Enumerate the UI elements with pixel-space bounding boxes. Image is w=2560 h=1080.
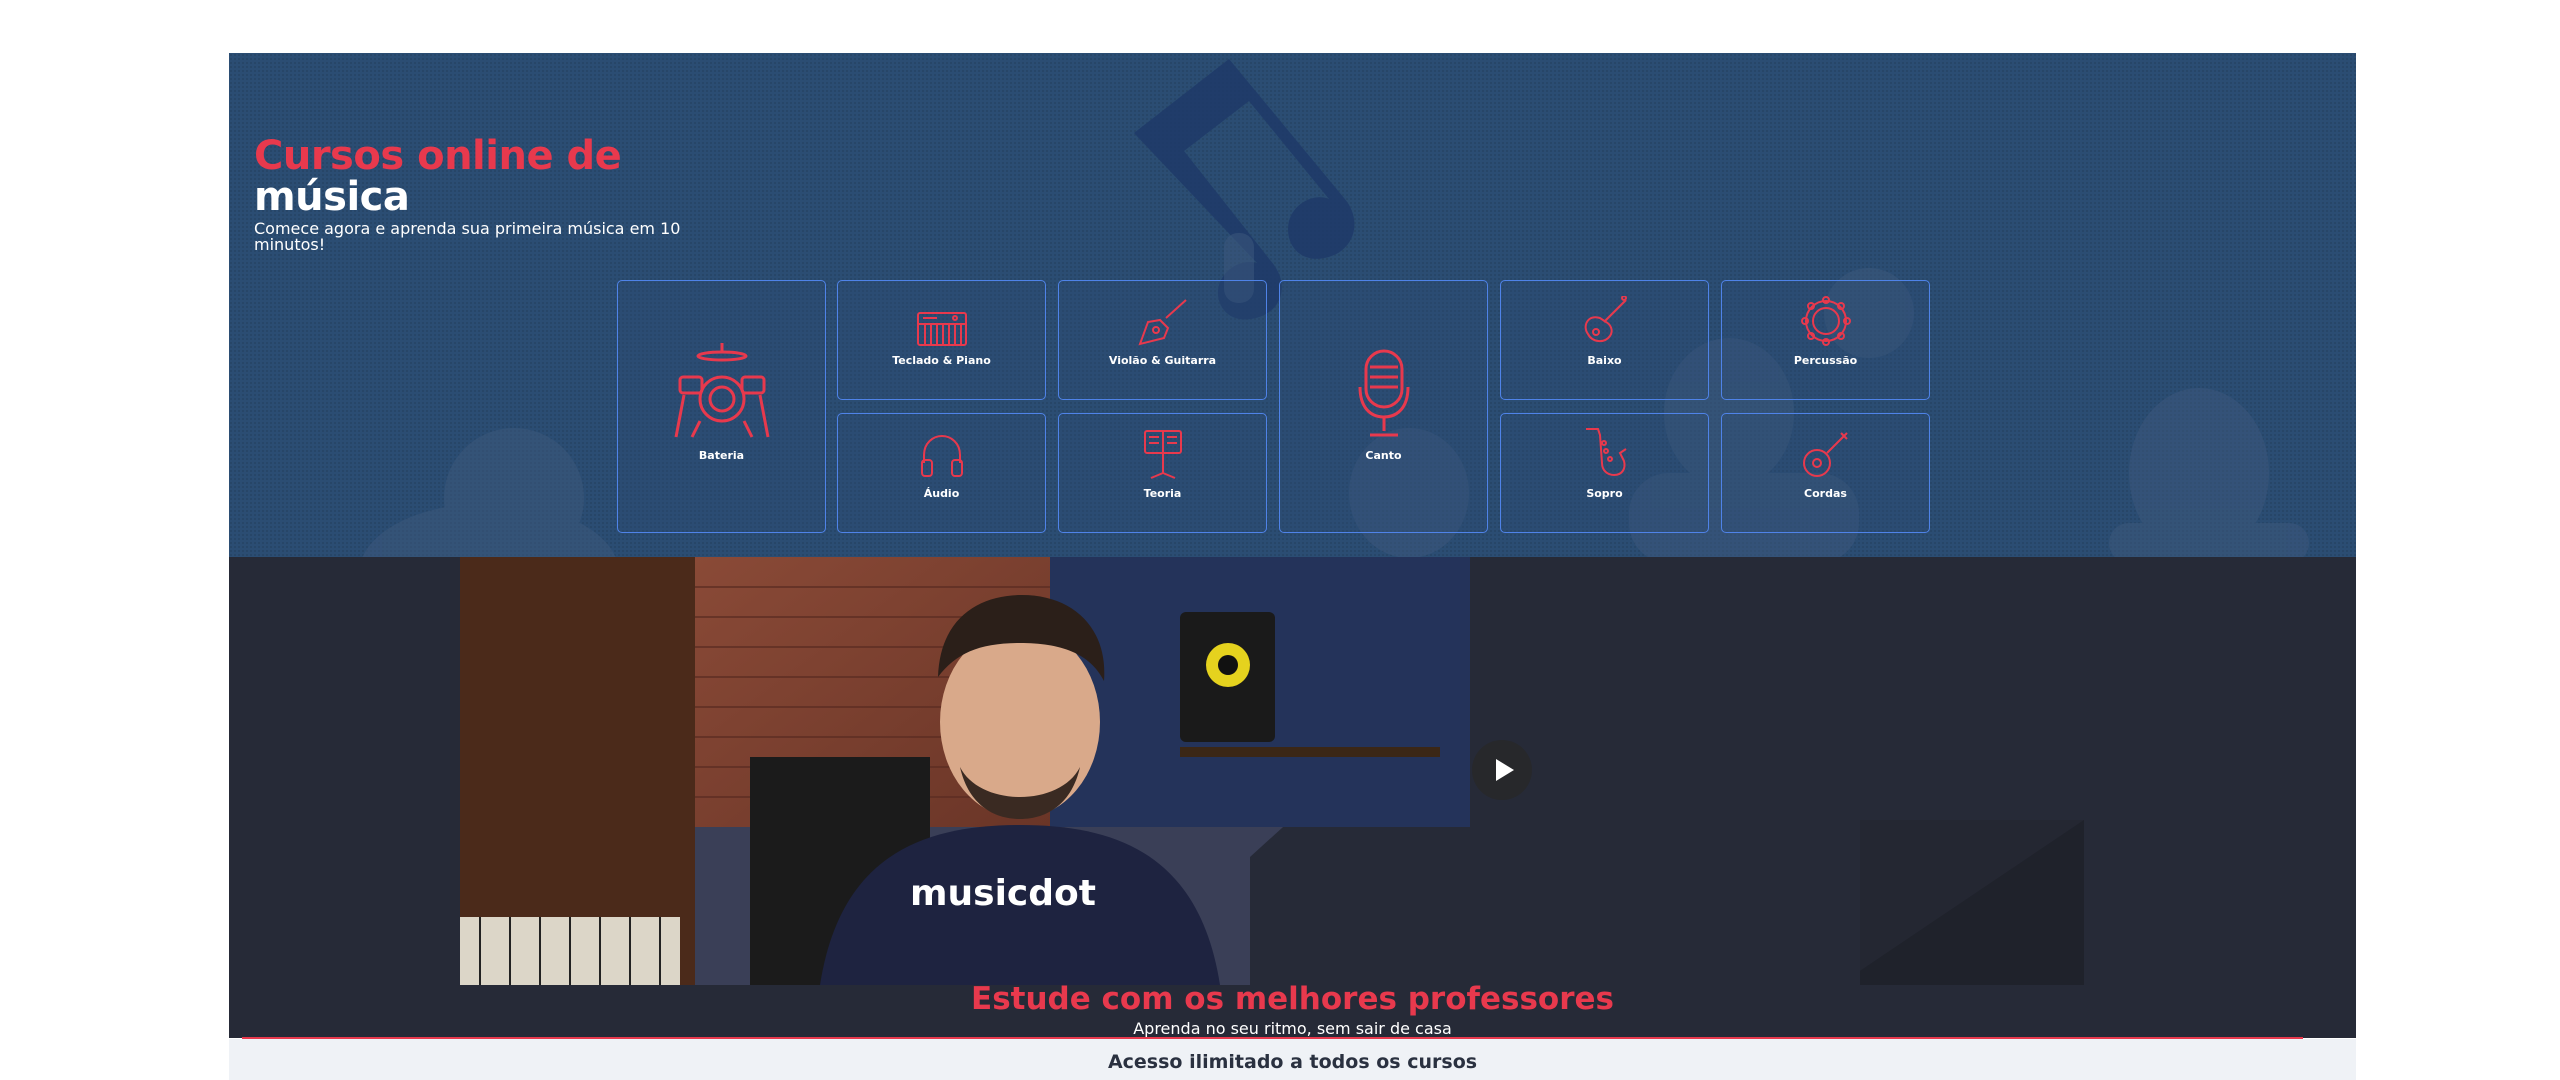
play-button[interactable] xyxy=(1472,740,1532,800)
category-label: Percussão xyxy=(1793,354,1858,367)
category-card-bateria[interactable]: Bateria xyxy=(617,280,826,533)
category-label: Cordas xyxy=(1804,487,1847,500)
microphone-icon xyxy=(1358,349,1409,437)
category-label: Violão & Guitarra xyxy=(1108,354,1217,367)
category-label: Canto xyxy=(1365,449,1402,462)
category-card-canto[interactable]: Canto xyxy=(1279,280,1488,533)
page: Cursos online de música Comece agora e a… xyxy=(0,0,2560,1080)
shirt-brand-text: musicdot xyxy=(910,873,1096,914)
teacher-photo: musicdot xyxy=(460,557,1860,985)
hero-subtitle: Comece agora e aprenda sua primeira músi… xyxy=(254,219,681,254)
category-label: Teoria xyxy=(1143,487,1182,500)
tambourine-icon xyxy=(1800,296,1851,346)
hero-title: Cursos online de música xyxy=(254,136,854,218)
hero-title-line2: música xyxy=(254,174,410,220)
category-card-cordas[interactable]: Cordas xyxy=(1721,413,1930,533)
hero-title-line1: Cursos online de xyxy=(254,133,622,179)
category-label: Teclado & Piano xyxy=(892,354,991,367)
category-card-teclado-piano[interactable]: Teclado & Piano xyxy=(837,280,1046,400)
bass-guitar-icon xyxy=(1584,296,1627,342)
category-card-violao-guitarra[interactable]: Violão & Guitarra xyxy=(1058,280,1267,400)
drum-kit-icon xyxy=(674,343,769,438)
category-card-baixo[interactable]: Baixo xyxy=(1500,280,1709,400)
category-label: Sopro xyxy=(1586,487,1623,500)
access-strip: Acesso ilimitado a todos os cursos xyxy=(229,1039,2356,1080)
headphones-icon xyxy=(920,434,963,477)
play-icon xyxy=(1496,759,1514,781)
section-title: Estude com os melhores professores xyxy=(971,981,1614,1017)
category-card-percussao[interactable]: Percussão xyxy=(1721,280,1930,400)
section-subtitle: Aprenda no seu ritmo, sem sair de casa xyxy=(1133,1019,1452,1038)
category-card-teoria[interactable]: Teoria xyxy=(1058,413,1267,533)
ukulele-icon xyxy=(1802,432,1848,477)
category-card-audio[interactable]: Áudio xyxy=(837,413,1046,533)
music-stand-icon xyxy=(1143,430,1182,479)
video-section: musicdot Estude com os melhores professo… xyxy=(229,557,2356,1038)
access-text: Acesso ilimitado a todos os cursos xyxy=(1107,1051,1478,1073)
category-label: Áudio xyxy=(923,487,960,500)
saxophone-icon xyxy=(1585,428,1627,477)
category-card-sopro[interactable]: Sopro xyxy=(1500,413,1709,533)
hero-banner: Cursos online de música Comece agora e a… xyxy=(229,53,2356,557)
category-label: Baixo xyxy=(1587,354,1622,367)
keyboard-icon xyxy=(916,312,967,346)
category-label: Bateria xyxy=(698,449,745,462)
course-video-thumbnail[interactable]: musicdot xyxy=(460,557,1860,985)
electric-guitar-icon xyxy=(1137,299,1187,346)
